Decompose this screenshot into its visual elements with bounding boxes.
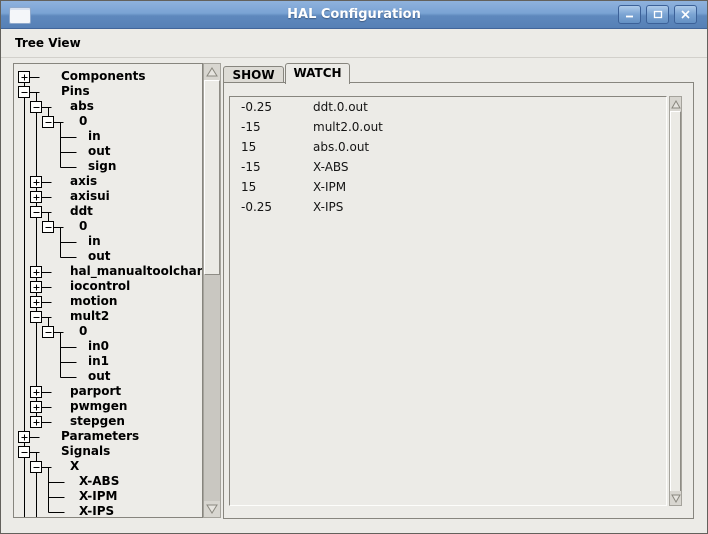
scroll-up-icon: [671, 100, 681, 109]
tree-node-label[interactable]: in: [88, 130, 101, 143]
watch-scrollbar-thumb[interactable]: [670, 111, 681, 493]
tree-node-label[interactable]: parport: [70, 385, 121, 398]
menu-bar: Tree View: [1, 29, 707, 58]
collapse-expander-icon[interactable]: [43, 222, 54, 233]
tree-scrollbar[interactable]: [203, 63, 221, 518]
watch-scrollbar[interactable]: [669, 96, 682, 506]
tab-watch[interactable]: WATCH: [285, 63, 350, 84]
collapse-expander-icon[interactable]: [31, 462, 42, 473]
expand-expander-icon[interactable]: [31, 297, 42, 308]
expand-expander-icon[interactable]: [31, 402, 42, 413]
collapse-expander-icon[interactable]: [19, 447, 30, 458]
hal-configuration-window: HAL Configuration Tree View Components Pi…: [0, 0, 708, 534]
tree-node-label[interactable]: 0: [79, 220, 87, 233]
tree-node-label[interactable]: Pins: [61, 85, 90, 98]
tree-node-label[interactable]: X: [70, 460, 79, 473]
expand-expander-icon[interactable]: [31, 387, 42, 398]
tree-node-label[interactable]: X-IPM: [79, 490, 117, 503]
watch-scrollbar-up-button[interactable]: [670, 97, 681, 111]
tree-node-label[interactable]: in: [88, 235, 101, 248]
collapse-expander-icon[interactable]: [31, 207, 42, 218]
collapse-expander-icon[interactable]: [19, 87, 30, 98]
watch-row[interactable]: -15mult2.0.out: [230, 117, 666, 137]
collapse-expander-icon[interactable]: [31, 312, 42, 323]
title-bar[interactable]: HAL Configuration: [1, 1, 707, 29]
watch-value: -0.25: [241, 197, 313, 217]
expand-expander-icon[interactable]: [31, 177, 42, 188]
tree-node-label[interactable]: stepgen: [70, 415, 125, 428]
tree-node-label[interactable]: in1: [88, 355, 109, 368]
watch-row[interactable]: 15X-IPM: [230, 177, 666, 197]
maximize-button[interactable]: [646, 5, 669, 24]
expand-expander-icon[interactable]: [31, 282, 42, 293]
scroll-down-icon: [206, 504, 218, 514]
watch-row[interactable]: -0.25X-IPS: [230, 197, 666, 217]
tab-show[interactable]: SHOW: [223, 66, 284, 83]
collapse-expander-icon[interactable]: [43, 117, 54, 128]
minimize-icon: [625, 10, 634, 19]
close-icon: [681, 10, 690, 19]
tree-node-label[interactable]: abs: [70, 100, 94, 113]
watch-scrollbar-down-button[interactable]: [670, 491, 681, 505]
tree-node-label[interactable]: iocontrol: [70, 280, 130, 293]
tree-node-label[interactable]: out: [88, 250, 111, 263]
tree-node-label[interactable]: 0: [79, 115, 87, 128]
watch-value: -15: [241, 157, 313, 177]
scroll-up-icon: [206, 67, 218, 77]
tree-scrollbar-up-button[interactable]: [204, 64, 220, 80]
expand-expander-icon[interactable]: [31, 267, 42, 278]
tree-node-label[interactable]: axisui: [70, 190, 110, 203]
watch-row[interactable]: 15abs.0.out: [230, 137, 666, 157]
watch-signal-name: abs.0.out: [313, 137, 369, 157]
scroll-down-icon: [671, 494, 681, 503]
tree-node-label[interactable]: out: [88, 370, 111, 383]
watch-row[interactable]: -0.25ddt.0.out: [230, 97, 666, 117]
watch-signal-name: X-ABS: [313, 157, 349, 177]
watch-value: -0.25: [241, 97, 313, 117]
minimize-button[interactable]: [618, 5, 641, 24]
menu-item-tree-view[interactable]: Tree View: [11, 35, 85, 51]
tree-node-label[interactable]: Components: [61, 70, 146, 83]
maximize-icon: [653, 10, 663, 19]
tree-node-label[interactable]: in0: [88, 340, 109, 353]
close-button[interactable]: [674, 5, 697, 24]
tree-node-label[interactable]: Signals: [61, 445, 110, 458]
window-title: HAL Configuration: [1, 1, 707, 28]
tree-node-label[interactable]: sign: [88, 160, 116, 173]
window-controls: [618, 5, 697, 24]
expand-expander-icon[interactable]: [31, 417, 42, 428]
expand-expander-icon[interactable]: [19, 432, 30, 443]
watch-row[interactable]: -15X-ABS: [230, 157, 666, 177]
collapse-expander-icon[interactable]: [31, 102, 42, 113]
expand-expander-icon[interactable]: [31, 192, 42, 203]
hal-tree-panel[interactable]: ComponentsPinsabs0inoutsignaxisaxisuiddt…: [13, 63, 203, 518]
collapse-expander-icon[interactable]: [43, 327, 54, 338]
watch-list[interactable]: -0.25ddt.0.out-15mult2.0.out15abs.0.out-…: [229, 96, 667, 506]
tree-node-label[interactable]: Parameters: [61, 430, 139, 443]
tree-scrollbar-thumb[interactable]: [204, 80, 220, 275]
tree-node-label[interactable]: motion: [70, 295, 117, 308]
watch-tab-panel: -0.25ddt.0.out-15mult2.0.out15abs.0.out-…: [223, 82, 694, 519]
tree-node-label[interactable]: ddt: [70, 205, 93, 218]
watch-signal-name: X-IPM: [313, 177, 346, 197]
watch-value: -15: [241, 117, 313, 137]
tree-node-label[interactable]: axis: [70, 175, 97, 188]
tree-scrollbar-down-button[interactable]: [204, 501, 220, 517]
tree-node-label[interactable]: X-ABS: [79, 475, 119, 488]
tree-node-label[interactable]: mult2: [70, 310, 109, 323]
tree-node-label[interactable]: out: [88, 145, 111, 158]
tree-node-label[interactable]: X-IPS: [79, 505, 114, 518]
watch-signal-name: X-IPS: [313, 197, 343, 217]
watch-signal-name: ddt.0.out: [313, 97, 368, 117]
tree-node-label[interactable]: hal_manualtoolchange: [70, 265, 203, 278]
expand-expander-icon[interactable]: [19, 72, 30, 83]
watch-value: 15: [241, 177, 313, 197]
tree-node-label[interactable]: 0: [79, 325, 87, 338]
watch-signal-name: mult2.0.out: [313, 117, 383, 137]
notebook: SHOW WATCH -0.25ddt.0.out-15mult2.0.out1…: [223, 63, 694, 519]
tree-node-label[interactable]: pwmgen: [70, 400, 127, 413]
watch-value: 15: [241, 137, 313, 157]
